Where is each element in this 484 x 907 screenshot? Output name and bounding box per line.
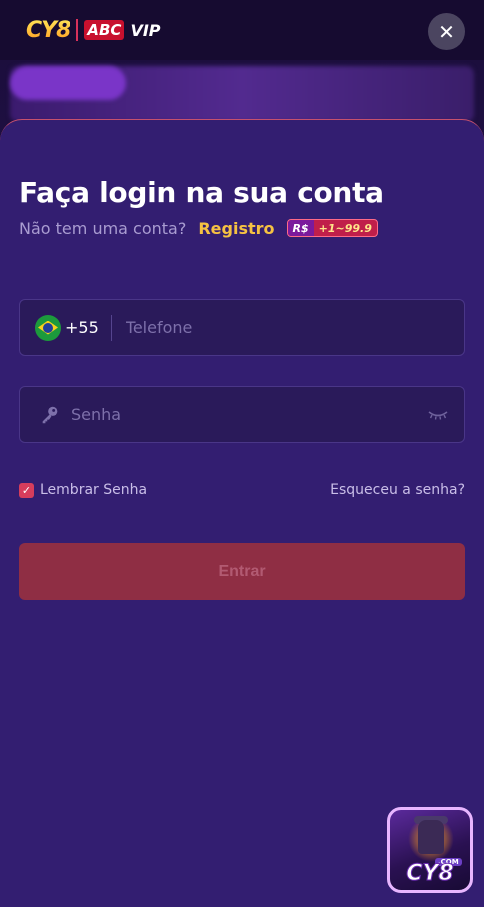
badge-character bbox=[418, 820, 444, 854]
key-icon bbox=[42, 406, 58, 423]
options-row: ✓ Lembrar Senha Esqueceu a senha? bbox=[19, 480, 465, 500]
register-prompt: Não tem uma conta? Registro R$ +1~99.9 bbox=[19, 217, 378, 239]
country-code[interactable]: +55 bbox=[65, 318, 99, 337]
login-sheet: Faça login na sua conta Não tem uma cont… bbox=[0, 119, 484, 907]
phone-input[interactable] bbox=[125, 318, 464, 337]
remember-label: Lembrar Senha bbox=[40, 482, 148, 498]
phone-field: +55 bbox=[19, 299, 465, 356]
close-icon: ✕ bbox=[438, 19, 455, 44]
logo-partner-badge: ABC bbox=[84, 20, 125, 40]
password-field bbox=[19, 386, 465, 443]
remember-password-toggle[interactable]: ✓ Lembrar Senha bbox=[19, 482, 147, 498]
no-account-text: Não tem uma conta? bbox=[19, 218, 187, 238]
password-input[interactable] bbox=[71, 405, 428, 424]
bonus-currency: R$ bbox=[287, 220, 314, 236]
logo-brand: CY8 bbox=[26, 17, 71, 43]
logo-partner-suffix: VIP bbox=[130, 20, 161, 40]
logo-divider bbox=[76, 19, 79, 41]
forgot-password-link[interactable]: Esqueceu a senha? bbox=[330, 482, 465, 498]
page-title: Faça login na sua conta bbox=[19, 176, 384, 209]
checkbox-checked-icon[interactable]: ✓ bbox=[19, 482, 34, 498]
brazil-flag-icon[interactable] bbox=[35, 314, 61, 341]
field-divider bbox=[110, 314, 112, 341]
close-button[interactable]: ✕ bbox=[428, 13, 465, 50]
eye-closed-icon[interactable] bbox=[428, 409, 448, 421]
background-pill bbox=[10, 66, 126, 100]
bonus-amount: +1~99.9 bbox=[318, 221, 372, 235]
register-link[interactable]: Registro bbox=[198, 219, 274, 238]
cy8-app-badge[interactable]: .COM CY8 bbox=[387, 807, 473, 893]
background-header: CY8 ABC VIP bbox=[0, 0, 484, 60]
bonus-badge: R$ +1~99.9 bbox=[286, 219, 378, 237]
badge-brand: CY8 bbox=[406, 861, 454, 887]
login-button[interactable]: Entrar bbox=[19, 543, 465, 600]
site-logo: CY8 ABC VIP bbox=[26, 14, 161, 46]
